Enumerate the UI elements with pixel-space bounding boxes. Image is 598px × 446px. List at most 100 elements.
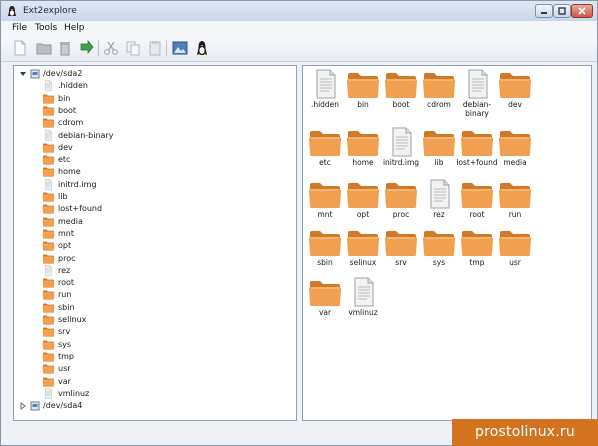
folder-item[interactable]: sbin	[306, 227, 344, 277]
folder-icon	[42, 143, 55, 153]
folder-icon	[42, 229, 55, 239]
file-item[interactable]: initrd.img	[382, 127, 420, 177]
paste-button[interactable]	[146, 39, 164, 57]
folder-item[interactable]: tmp	[458, 227, 496, 277]
collapse-arrow-icon[interactable]	[19, 70, 27, 78]
tree-item[interactable]: sys	[14, 339, 296, 351]
open-button[interactable]	[35, 39, 53, 57]
tree-item[interactable]: initrd.img	[14, 179, 296, 191]
paste-icon	[149, 41, 161, 56]
folder-item[interactable]: etc	[306, 127, 344, 177]
menu-tools[interactable]: Tools	[35, 23, 57, 33]
file-item[interactable]: vmlinuz	[344, 277, 382, 327]
tree-root-sda2[interactable]: /dev/sda2	[14, 68, 296, 80]
menu-file[interactable]: File	[12, 23, 27, 33]
tree-item[interactable]: mnt	[14, 228, 296, 240]
tree-item-label: sbin	[58, 302, 75, 312]
tree-item[interactable]: var	[14, 376, 296, 388]
folder-icon	[423, 131, 455, 156]
minimize-icon	[541, 12, 547, 14]
folder-icon	[42, 303, 55, 313]
extract-button[interactable]	[78, 39, 96, 57]
expand-arrow-icon[interactable]	[19, 402, 27, 411]
cut-button[interactable]	[102, 39, 120, 57]
tree-item[interactable]: bin	[14, 93, 296, 105]
folder-icon	[499, 183, 531, 208]
tree-item[interactable]: dev	[14, 142, 296, 154]
tree-item[interactable]: rez	[14, 265, 296, 277]
tree-item[interactable]: usr	[14, 363, 296, 375]
tree-item[interactable]: lib	[14, 191, 296, 203]
tree-item[interactable]: .hidden	[14, 80, 296, 92]
file-grid-view[interactable]: .hidden bin boot cdrom debian- binary de…	[302, 65, 592, 421]
tree-item[interactable]: srv	[14, 326, 296, 338]
folder-item[interactable]: dev	[496, 69, 534, 119]
folder-item[interactable]: boot	[382, 69, 420, 119]
file-item[interactable]: debian- binary	[458, 69, 496, 119]
folder-item[interactable]: lost+found	[456, 127, 498, 177]
folder-item[interactable]: var	[306, 277, 344, 327]
file-icon	[430, 179, 450, 209]
file-item[interactable]: .hidden	[306, 69, 344, 119]
folder-item[interactable]: srv	[382, 227, 420, 277]
file-item[interactable]: rez	[420, 179, 458, 229]
folder-icon	[423, 231, 455, 256]
tree-item[interactable]: lost+found	[14, 203, 296, 215]
minimize-button[interactable]	[535, 4, 553, 18]
tree-item[interactable]: home	[14, 166, 296, 178]
file-icon	[45, 80, 52, 91]
folder-icon	[42, 290, 55, 301]
file-icon	[316, 69, 336, 99]
tree-item[interactable]: opt	[14, 240, 296, 252]
menu-help[interactable]: Help	[64, 23, 85, 33]
copy-icon	[126, 41, 140, 56]
tree-root-sda4[interactable]: /dev/sda4	[14, 400, 296, 412]
copy-button[interactable]	[124, 39, 142, 57]
item-label: dev	[508, 100, 522, 109]
tree-item[interactable]: proc	[14, 253, 296, 265]
tree-item-label: selinux	[58, 315, 87, 324]
folder-item[interactable]: lib	[420, 127, 458, 177]
folder-icon	[461, 131, 493, 156]
tree-item[interactable]: tmp	[14, 351, 296, 363]
tree-item[interactable]: cdrom	[14, 117, 296, 129]
folder-item[interactable]: usr	[496, 227, 534, 277]
tree-item[interactable]: vmlinuz	[14, 388, 296, 400]
folder-item[interactable]: cdrom	[420, 69, 458, 119]
tree-item[interactable]: media	[14, 216, 296, 228]
title-bar[interactable]: Ext2explore	[1, 1, 597, 21]
maximize-icon	[558, 7, 566, 15]
image-icon	[172, 41, 188, 55]
delete-button[interactable]	[56, 39, 74, 57]
tree-item-label: .hidden	[58, 81, 88, 91]
tree-item[interactable]: debian-binary	[14, 129, 296, 142]
tree-item[interactable]: etc	[14, 154, 296, 166]
about-button[interactable]	[193, 39, 211, 57]
folder-item[interactable]: bin	[344, 69, 382, 119]
tree-item[interactable]: root	[14, 277, 296, 289]
tree-item[interactable]: boot	[14, 105, 296, 117]
folder-item[interactable]: media	[496, 127, 534, 177]
folder-item[interactable]: proc	[382, 179, 420, 229]
folder-item[interactable]: mnt	[306, 179, 344, 229]
maximize-button[interactable]	[553, 4, 571, 18]
folder-item[interactable]: sys	[420, 227, 458, 277]
directory-tree[interactable]: /dev/sda2 .hidden bin boot cdrom debian-…	[13, 65, 297, 421]
folder-icon	[423, 73, 455, 98]
menu-bar: File Tools Help	[1, 21, 597, 35]
tree-item[interactable]: sbin	[14, 302, 296, 314]
folder-item[interactable]: home	[344, 127, 382, 177]
new-document-button[interactable]	[11, 39, 29, 57]
folder-icon	[385, 183, 417, 208]
folder-item[interactable]: run	[496, 179, 534, 229]
folder-icon	[499, 73, 531, 98]
tree-item[interactable]: run	[14, 289, 296, 301]
view-image-button[interactable]	[171, 39, 189, 57]
folder-item[interactable]: root	[458, 179, 496, 229]
close-button[interactable]	[571, 4, 593, 18]
item-label: usr	[509, 258, 521, 267]
folder-icon	[385, 73, 417, 98]
folder-item[interactable]: opt	[344, 179, 382, 229]
tree-item[interactable]: selinux	[14, 314, 296, 326]
folder-item[interactable]: selinux	[344, 227, 382, 277]
